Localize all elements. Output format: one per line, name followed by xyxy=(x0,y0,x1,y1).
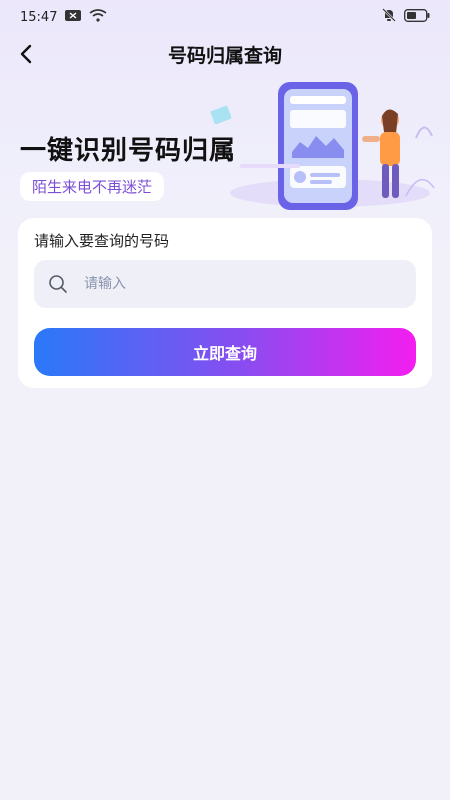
notification-icon xyxy=(65,9,82,25)
hero-subtitle-badge: 陌生来电不再迷茫 xyxy=(20,172,165,201)
search-box[interactable] xyxy=(34,260,416,308)
status-right xyxy=(382,8,430,26)
status-bar: 15:47 xyxy=(0,0,450,34)
search-icon xyxy=(49,275,67,293)
phone-illustration xyxy=(210,82,435,210)
phone-number-input[interactable] xyxy=(84,276,384,292)
chevron-left-icon xyxy=(20,44,32,64)
hero-banner: 一键识别号码归属 陌生来电不再迷茫 xyxy=(0,78,450,218)
status-left: 15:47 xyxy=(20,8,107,26)
status-time: 15:47 xyxy=(20,9,58,25)
nav-bar: 号码归属查询 xyxy=(0,34,450,74)
input-label: 请输入要查询的号码 xyxy=(34,232,170,250)
wifi-icon xyxy=(89,8,107,26)
battery-icon xyxy=(404,8,430,26)
query-card: 请输入要查询的号码 立即查询 xyxy=(18,218,432,388)
query-button[interactable]: 立即查询 xyxy=(34,328,416,376)
bell-off-icon xyxy=(382,8,396,26)
page-title: 号码归属查询 xyxy=(167,44,282,67)
back-button[interactable] xyxy=(12,38,40,70)
